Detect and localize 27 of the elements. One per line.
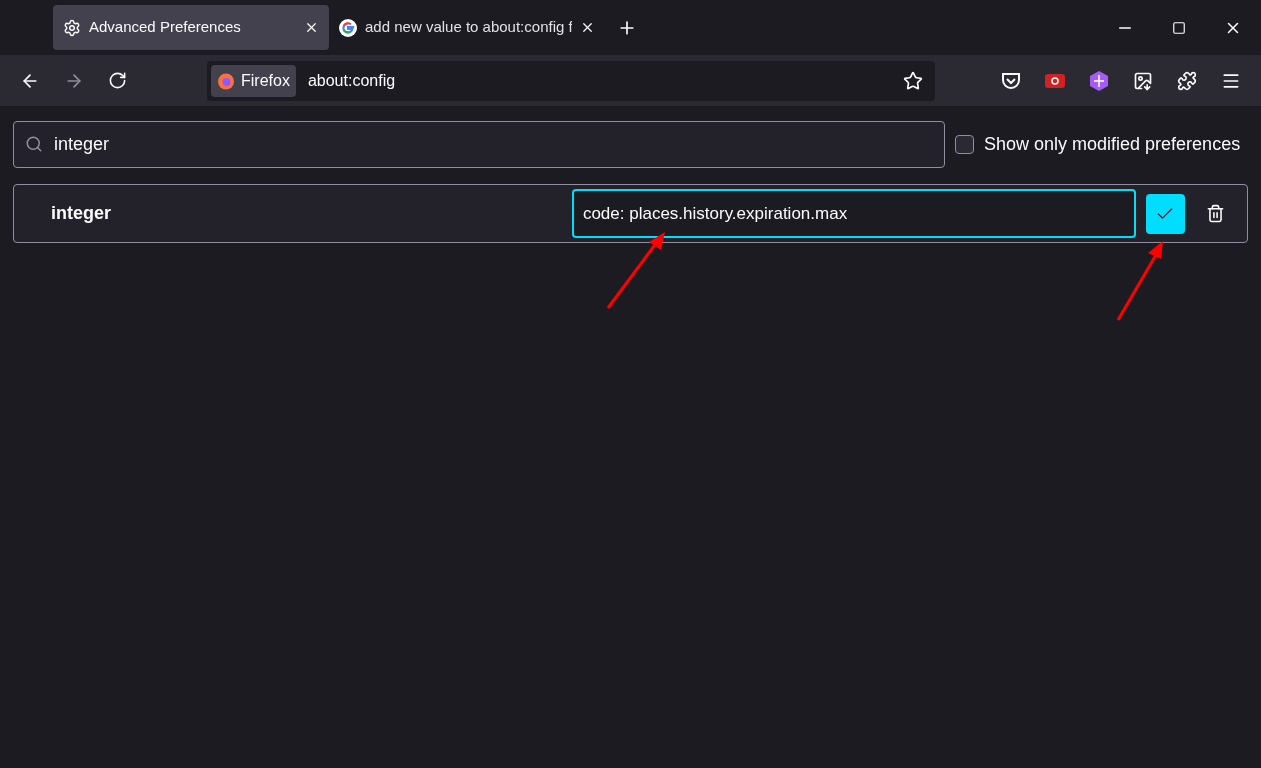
shield-icon[interactable] bbox=[1001, 71, 1021, 90]
value-input-field[interactable]: code: places.history.expiration.max bbox=[571, 189, 1136, 238]
checkbox[interactable] bbox=[955, 135, 974, 154]
checkbox-label[interactable]: Show only modified preferences bbox=[984, 131, 1241, 158]
search-icon bbox=[25, 135, 43, 153]
tab-title: add new value to about:config f bbox=[365, 17, 572, 38]
close-icon[interactable] bbox=[304, 20, 319, 35]
gear-icon bbox=[63, 18, 81, 37]
search-field[interactable]: integer bbox=[13, 121, 945, 168]
address-bar[interactable]: Firefox about:config bbox=[207, 60, 935, 101]
identity-button[interactable]: Firefox bbox=[211, 64, 296, 97]
reload-icon[interactable] bbox=[108, 71, 127, 90]
browser-tab[interactable]: Advanced Preferences bbox=[53, 5, 329, 50]
url-text: about:config bbox=[307, 70, 397, 91]
image-download-icon[interactable] bbox=[1133, 70, 1153, 91]
browser-tab[interactable]: add new value to about:config f bbox=[329, 5, 605, 50]
hexagon-icon[interactable] bbox=[1089, 69, 1109, 92]
star-icon[interactable] bbox=[903, 70, 923, 91]
save-button[interactable] bbox=[1145, 193, 1186, 234]
trash-icon bbox=[1205, 204, 1225, 223]
tab-title: Advanced Preferences bbox=[89, 17, 242, 38]
g-logo-icon bbox=[339, 18, 357, 37]
preference-name: integer bbox=[51, 202, 112, 225]
extension-icon[interactable] bbox=[1045, 73, 1065, 88]
close-icon[interactable] bbox=[580, 20, 595, 35]
puzzle-icon[interactable] bbox=[1177, 70, 1197, 91]
maximize-icon[interactable] bbox=[1172, 20, 1186, 35]
